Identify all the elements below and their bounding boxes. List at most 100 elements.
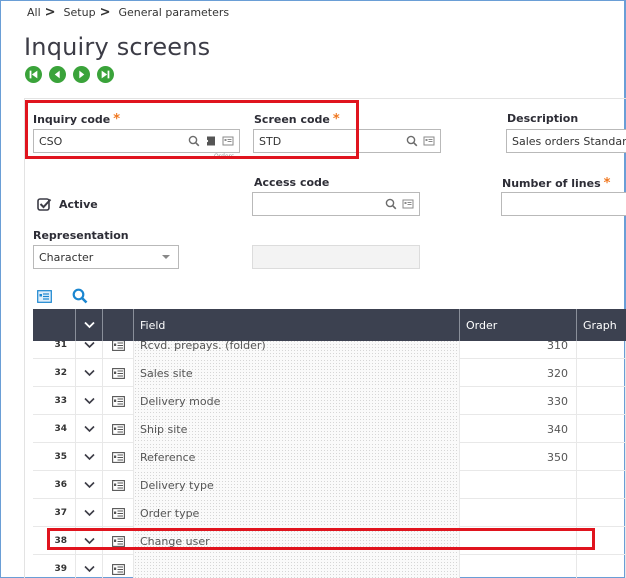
row-detail-button[interactable] [103, 359, 134, 387]
search-icon[interactable] [406, 135, 418, 147]
row-expand-button[interactable] [76, 555, 103, 578]
representation-label: Representation [33, 229, 129, 242]
table-row[interactable]: 32 Sales site 320 [33, 359, 626, 387]
order-cell[interactable]: 320 [460, 359, 577, 387]
order-cell[interactable] [460, 527, 577, 555]
chevron-down-icon [83, 341, 95, 349]
row-number: 37 [33, 499, 76, 527]
field-cell[interactable]: Delivery mode [134, 387, 460, 415]
number-of-lines-label: Number of lines * [502, 176, 611, 191]
grid-toolbar [37, 288, 88, 304]
field-cell[interactable]: Change user [134, 527, 460, 555]
field-cell[interactable]: Order type [134, 499, 460, 527]
row-expand-button[interactable] [76, 359, 103, 387]
row-expand-button[interactable] [76, 499, 103, 527]
detail-icon [111, 535, 125, 547]
table-row[interactable]: 39 [33, 555, 626, 578]
field-cell[interactable]: Sales site [134, 359, 460, 387]
breadcrumb-all[interactable]: All [27, 6, 41, 19]
search-icon[interactable] [188, 135, 200, 147]
column-header-graph[interactable]: Graph [577, 309, 626, 341]
detail-icon[interactable] [402, 198, 414, 210]
table-row[interactable]: 38 Change user [33, 527, 626, 555]
row-detail-button[interactable] [103, 527, 134, 555]
checkbox-checked-icon [37, 198, 52, 211]
graph-cell[interactable] [577, 387, 626, 415]
row-detail-button[interactable] [103, 387, 134, 415]
detail-icon [111, 423, 125, 435]
row-number: 36 [33, 471, 76, 499]
row-detail-button[interactable] [103, 471, 134, 499]
required-icon: * [113, 112, 121, 127]
search-icon[interactable] [72, 288, 88, 304]
previous-record-button[interactable] [49, 66, 66, 83]
order-cell[interactable] [460, 555, 577, 578]
breadcrumb-separator: > [99, 5, 111, 20]
graph-cell[interactable] [577, 415, 626, 443]
screen-code-label: Screen code * [254, 112, 340, 127]
row-number: 38 [33, 527, 76, 555]
next-record-button[interactable] [73, 66, 90, 83]
chevron-down-icon [83, 369, 95, 377]
column-header-field[interactable]: Field [134, 309, 460, 341]
page-title: Inquiry screens [24, 33, 211, 61]
graph-cell[interactable] [577, 527, 626, 555]
column-header-order[interactable]: Order [460, 309, 577, 341]
row-expand-button[interactable] [76, 471, 103, 499]
order-cell[interactable] [460, 471, 577, 499]
breadcrumb-general-parameters[interactable]: General parameters [118, 6, 229, 19]
active-checkbox[interactable]: Active [37, 197, 98, 212]
chevron-down-icon [83, 537, 95, 545]
representation-select[interactable]: Character [33, 245, 179, 269]
detail-icon[interactable] [222, 135, 234, 147]
graph-cell[interactable] [577, 443, 626, 471]
order-cell[interactable] [460, 499, 577, 527]
order-cell[interactable]: 350 [460, 443, 577, 471]
field-cell[interactable]: Delivery type [134, 471, 460, 499]
grid-header: Field Order Graph [33, 309, 626, 341]
table-row[interactable]: 33 Delivery mode 330 [33, 387, 626, 415]
field-cell[interactable] [134, 555, 460, 578]
screen-code-input[interactable]: STD [253, 129, 441, 153]
row-expand-button[interactable] [76, 387, 103, 415]
table-row[interactable]: 34 Ship site 340 [33, 415, 626, 443]
table-row[interactable]: 36 Delivery type [33, 471, 626, 499]
inquiry-code-input[interactable]: CSO [33, 129, 240, 153]
detail-view-icon[interactable] [37, 289, 52, 303]
detail-icon[interactable] [423, 135, 435, 147]
row-expand-button[interactable] [76, 527, 103, 555]
next-icon [79, 70, 85, 79]
chevron-down-icon [83, 481, 95, 489]
first-record-button[interactable] [25, 66, 42, 83]
column-header-expand[interactable] [76, 309, 103, 341]
jump-to-icon[interactable] [205, 135, 217, 147]
row-detail-button[interactable] [103, 443, 134, 471]
graph-cell[interactable] [577, 555, 626, 578]
record-navigation [25, 66, 114, 83]
order-cell[interactable]: 330 [460, 387, 577, 415]
row-expand-button[interactable] [76, 443, 103, 471]
description-input[interactable]: Sales orders Standard [506, 129, 626, 153]
access-code-input[interactable] [252, 192, 420, 216]
breadcrumb-setup[interactable]: Setup [64, 6, 96, 19]
graph-cell[interactable] [577, 471, 626, 499]
row-number: 34 [33, 415, 76, 443]
table-row[interactable]: 37 Order type [33, 499, 626, 527]
row-detail-button[interactable] [103, 555, 134, 578]
order-cell[interactable]: 340 [460, 415, 577, 443]
number-of-lines-input[interactable] [501, 192, 626, 216]
row-detail-button[interactable] [103, 499, 134, 527]
field-cell[interactable]: Ship site [134, 415, 460, 443]
detail-icon [111, 479, 125, 491]
field-cell[interactable]: Reference [134, 443, 460, 471]
last-record-button[interactable] [97, 66, 114, 83]
detail-icon [111, 563, 125, 575]
search-icon[interactable] [385, 198, 397, 210]
graph-cell[interactable] [577, 359, 626, 387]
row-detail-button[interactable] [103, 415, 134, 443]
table-row[interactable]: 35 Reference 350 [33, 443, 626, 471]
active-label: Active [59, 198, 98, 211]
row-expand-button[interactable] [76, 415, 103, 443]
graph-cell[interactable] [577, 499, 626, 527]
row-number: 39 [33, 555, 76, 578]
